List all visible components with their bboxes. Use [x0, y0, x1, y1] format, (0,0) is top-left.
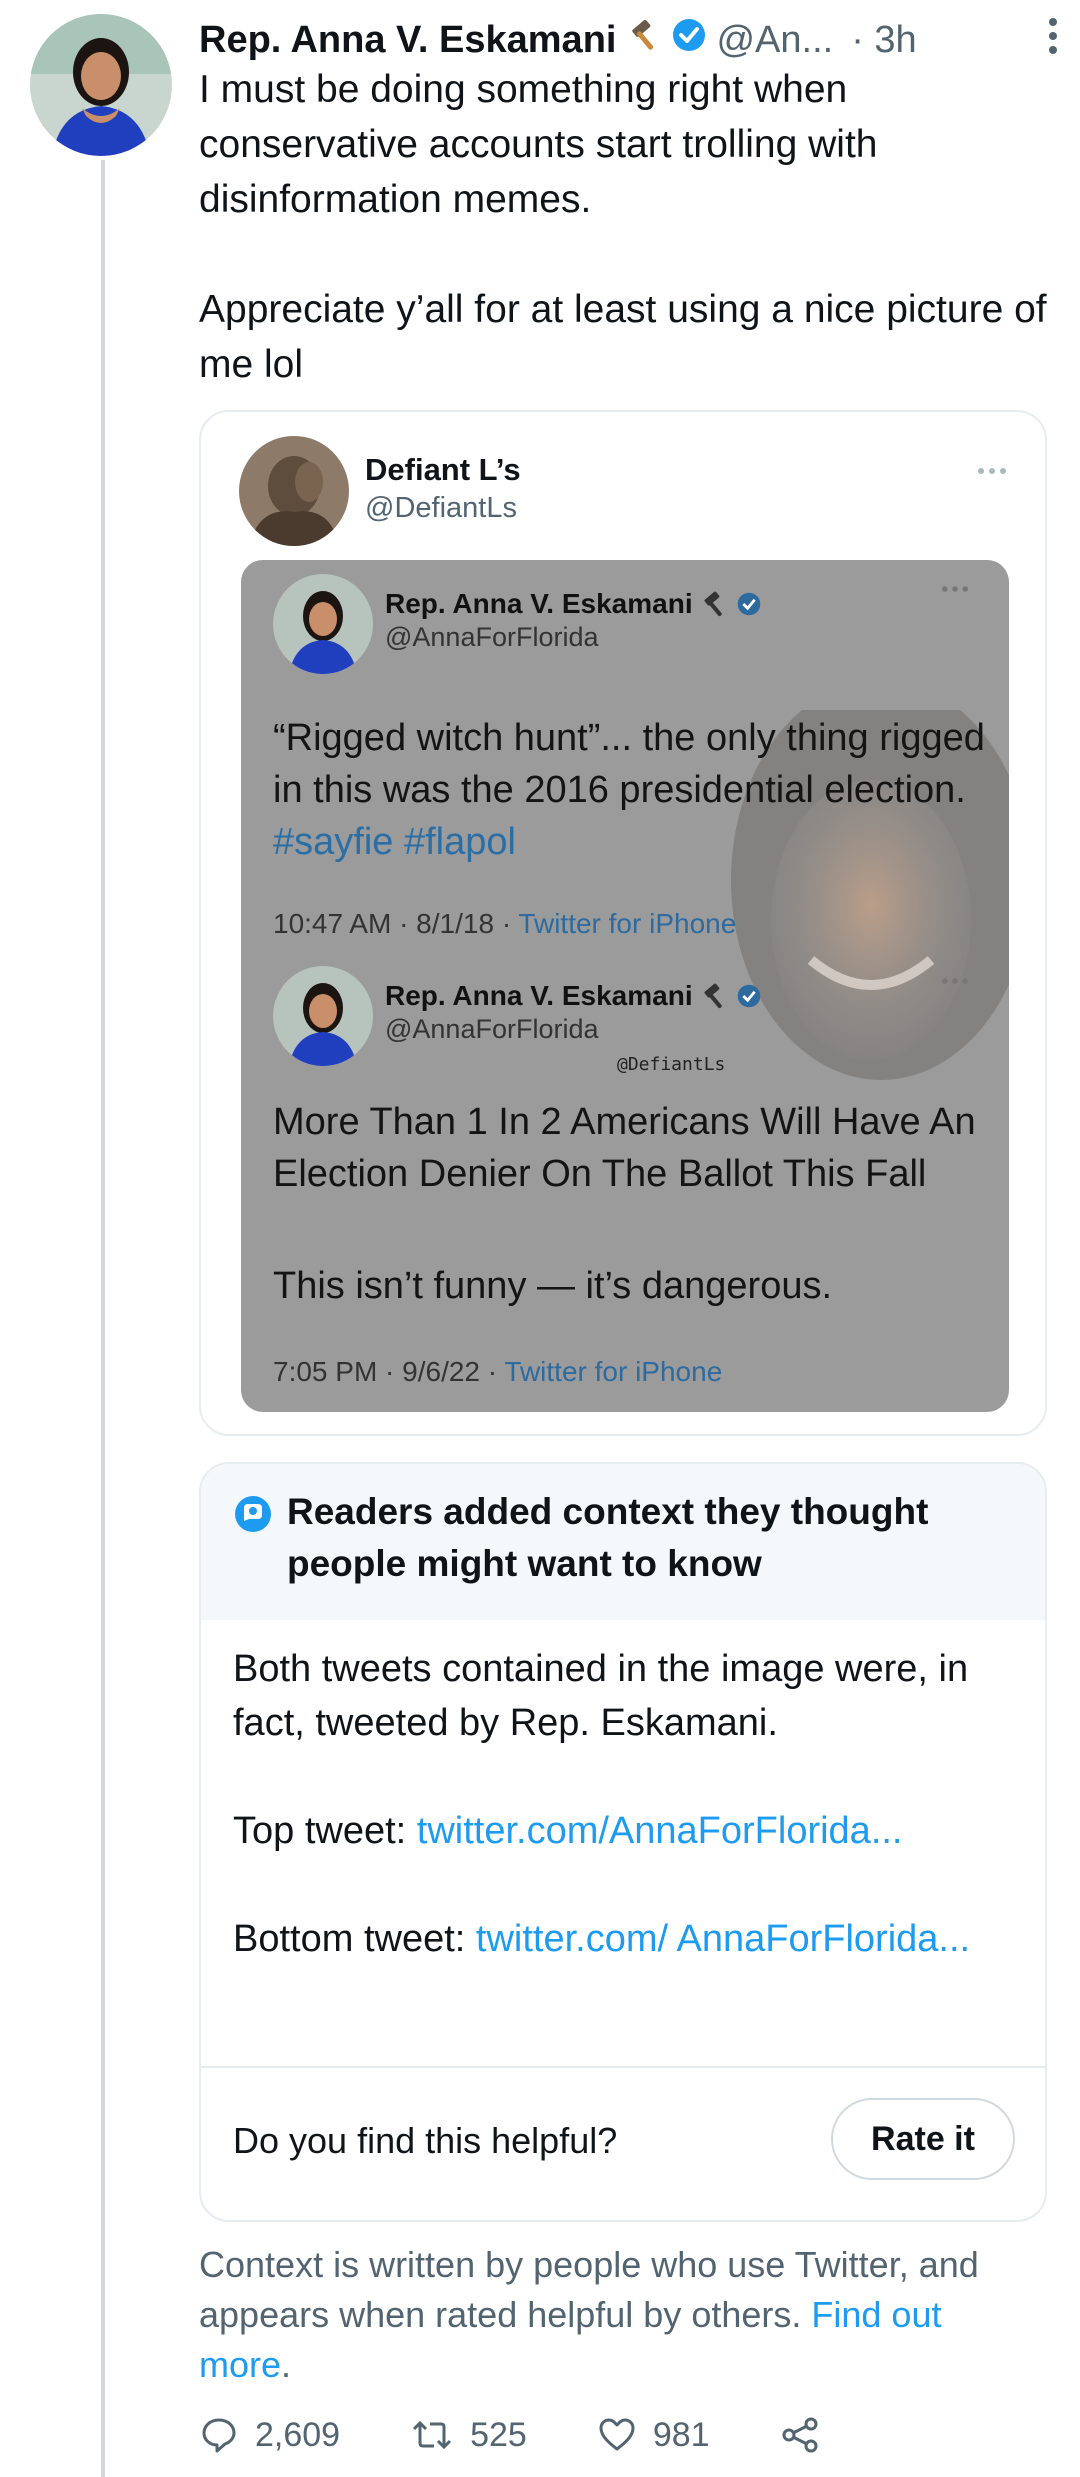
bottom-tweet-link[interactable]: twitter.com/ AnnaForFlorida... [476, 1918, 970, 1960]
note-icon [233, 1494, 273, 1539]
hammer-icon [704, 591, 722, 617]
meme-top-hashtags: #sayfie #flapol [273, 821, 516, 863]
meme-watermark: @DefiantLs [617, 1054, 726, 1075]
meme-bottom-name: Rep. Anna V. Eskamani [385, 980, 761, 1012]
meme-top-meta: 10:47 AM · 8/1/18 · Twitter for iPhone [273, 908, 736, 940]
meme-top-avatar [273, 574, 373, 674]
meme-bottom-meta: 7:05 PM · 9/6/22 · Twitter for iPhone [273, 1356, 722, 1388]
author-avatar[interactable] [30, 14, 172, 156]
rate-it-button[interactable]: Rate it [831, 2098, 1015, 2180]
tweet-time[interactable]: · 3h [851, 19, 916, 62]
meme-bottom-more-icon [941, 972, 969, 990]
tweet-text: I must be doing something right when con… [199, 68, 1047, 386]
community-note-body: Both tweets contained in the image were,… [233, 1642, 1023, 1966]
more-icon[interactable] [1047, 16, 1059, 66]
context-footer-period: . [281, 2344, 292, 2385]
quoted-tweet[interactable]: Defiant L’s @DefiantLs Rep. Anna V. Eska… [199, 410, 1047, 1436]
tweet-header: Rep. Anna V. Eskamani @An... · 3h [199, 12, 1059, 68]
hammer-icon [628, 18, 662, 62]
meme-bottom-text: More Than 1 In 2 Americans Will Have An … [273, 1101, 976, 1195]
community-note-body-text: Both tweets contained in the image were,… [233, 1648, 969, 1744]
verified-icon [737, 592, 760, 616]
meme-image[interactable]: Rep. Anna V. Eskamani @AnnaForFlorida “R… [241, 560, 1009, 1412]
meme-top-source: Twitter for iPhone [518, 908, 737, 939]
hammer-icon [704, 983, 722, 1009]
share-button[interactable] [780, 2415, 820, 2455]
quote-more-icon[interactable] [977, 462, 1007, 480]
meme-top-text: “Rigged witch hunt”... the only thing ri… [273, 712, 993, 868]
meme-top-handle: @AnnaForFlorida [385, 622, 599, 652]
like-button[interactable]: 981 [597, 2415, 710, 2455]
meme-bottom-date: 7:05 PM · 9/6/22 · [273, 1356, 505, 1387]
meme-top-more-icon [941, 580, 969, 598]
meme-bottom-handle: @AnnaForFlorida [385, 1014, 599, 1044]
meme-top-text-body: “Rigged witch hunt”... the only thing ri… [273, 717, 985, 811]
quote-author-handle[interactable]: @DefiantLs [365, 492, 517, 525]
top-tweet-link[interactable]: twitter.com/AnnaForFlorida... [417, 1810, 903, 1852]
meme-bottom-name-text: Rep. Anna V. Eskamani [385, 980, 693, 1011]
verified-icon [672, 18, 706, 62]
thread-line [101, 160, 105, 2477]
retweet-button[interactable]: 525 [410, 2415, 527, 2455]
share-icon [782, 2417, 818, 2453]
quote-avatar[interactable] [239, 436, 349, 546]
meme-bottom-text-2: This isn’t funny — it’s dangerous. [273, 1265, 833, 1307]
like-count: 981 [652, 2415, 710, 2454]
reply-count: 2,609 [255, 2415, 341, 2454]
retweet-count: 525 [470, 2415, 527, 2454]
meme-bottom-avatar [273, 966, 373, 1066]
bottom-tweet-label: Bottom tweet: [233, 1918, 476, 1960]
top-tweet-label: Top tweet: [233, 1810, 417, 1852]
meme-bottom-source: Twitter for iPhone [504, 1356, 723, 1387]
community-note: Readers added context they thought peopl… [199, 1462, 1047, 2222]
community-note-title: Readers added context they thought peopl… [287, 1491, 929, 1584]
quote-author-name[interactable]: Defiant L’s [365, 452, 521, 488]
reply-button[interactable]: 2,609 [199, 2415, 340, 2455]
context-footer: Context is written by people who use Twi… [199, 2240, 1039, 2390]
like-icon [599, 2418, 635, 2451]
author-name[interactable]: Rep. Anna V. Eskamani [199, 19, 616, 62]
tweet-actions: 2,609 525 981 [199, 2400, 959, 2470]
meme-top-name-text: Rep. Anna V. Eskamani [385, 588, 693, 619]
reply-icon [202, 2418, 236, 2453]
author-handle[interactable]: @An... [716, 19, 833, 62]
meme-top-name: Rep. Anna V. Eskamani [385, 588, 761, 620]
helpful-question: Do you find this helpful? [233, 2120, 618, 2161]
community-note-header: Readers added context they thought peopl… [201, 1464, 1045, 1620]
retweet-icon [413, 2420, 452, 2450]
verified-icon [737, 984, 760, 1008]
divider [201, 2066, 1045, 2068]
meme-top-date: 10:47 AM · 8/1/18 · [273, 908, 519, 939]
